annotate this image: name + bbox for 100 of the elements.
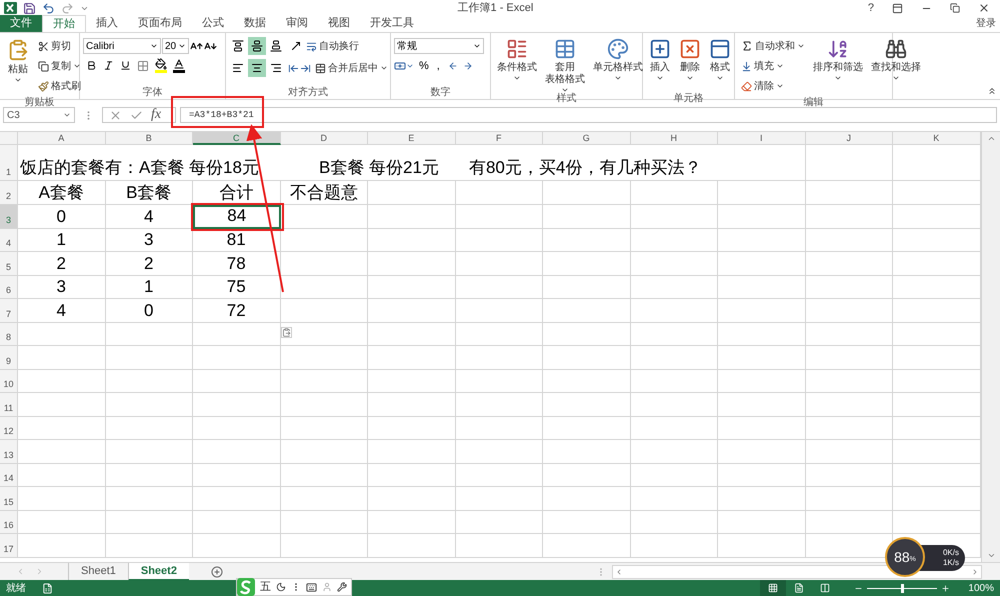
normal-view-button[interactable] [760, 580, 786, 596]
table-cell[interactable] [893, 370, 980, 393]
table-cell[interactable] [893, 181, 980, 205]
table-cell[interactable] [18, 440, 106, 464]
table-cell[interactable] [718, 534, 806, 558]
bold-button[interactable] [86, 60, 97, 71]
table-cell[interactable] [806, 393, 893, 416]
table-cell[interactable] [18, 510, 106, 534]
cut-button[interactable]: 剪切 [35, 36, 84, 56]
table-cell[interactable]: 84 [193, 205, 280, 228]
table-cell[interactable] [106, 510, 193, 534]
table-cell[interactable] [543, 464, 630, 487]
row-header[interactable]: 11 [0, 393, 18, 416]
table-cell[interactable] [543, 534, 630, 558]
redo-button[interactable] [61, 2, 74, 14]
row-header[interactable]: 3 [0, 205, 18, 228]
table-cell[interactable] [18, 534, 106, 558]
previous-sheet-button[interactable] [16, 567, 25, 576]
cancel-button[interactable] [109, 108, 122, 122]
table-cell[interactable] [893, 299, 980, 322]
table-cell[interactable]: 1 [106, 276, 193, 299]
table-cell[interactable] [806, 322, 893, 346]
collapse-ribbon-button[interactable] [987, 86, 997, 96]
table-cell[interactable] [106, 322, 193, 346]
table-cell[interactable] [806, 346, 893, 370]
align-center-button[interactable] [248, 59, 266, 77]
table-cell[interactable] [280, 440, 368, 464]
table-cell[interactable] [806, 440, 893, 464]
percent-button[interactable]: % [419, 58, 429, 74]
table-cell[interactable] [543, 510, 630, 534]
sign-in-link[interactable]: 登录 [972, 15, 1000, 32]
table-cell[interactable]: B套餐 [106, 181, 193, 205]
orientation-button[interactable] [290, 40, 302, 52]
table-cell[interactable] [893, 510, 980, 534]
help-button[interactable]: ? [862, 0, 880, 16]
table-cell[interactable] [893, 228, 980, 252]
table-cell[interactable] [106, 346, 193, 370]
table-cell[interactable] [543, 322, 630, 346]
table-cell[interactable] [106, 416, 193, 440]
column-header[interactable]: A [18, 132, 106, 145]
row-header[interactable]: 15 [0, 487, 18, 510]
table-cell[interactable] [193, 534, 280, 558]
table-cell[interactable] [368, 487, 456, 510]
table-cell[interactable] [630, 464, 718, 487]
middle-align-button[interactable] [248, 37, 266, 55]
clear-button[interactable]: 清除 [738, 76, 808, 96]
table-cell[interactable] [368, 252, 456, 276]
table-cell[interactable] [456, 510, 543, 534]
wrap-text-button[interactable]: 自动换行 [303, 36, 362, 56]
table-cell[interactable] [718, 252, 806, 276]
table-cell[interactable] [543, 181, 630, 205]
table-cell[interactable] [630, 346, 718, 370]
decrease-indent-button[interactable] [288, 62, 299, 74]
zoom-slider-thumb[interactable] [901, 584, 904, 592]
table-cell[interactable] [806, 299, 893, 322]
table-cell[interactable]: 2 [18, 252, 106, 276]
file-tab[interactable]: 文件 [0, 15, 42, 32]
find-select-button[interactable]: 查找和选择 [868, 36, 924, 92]
table-cell[interactable] [193, 464, 280, 487]
number-format-dropdown[interactable]: 常规 [394, 38, 484, 54]
table-cell[interactable] [893, 205, 980, 228]
merge-center-button[interactable]: 合并后居中 [312, 58, 391, 78]
table-cell[interactable] [106, 464, 193, 487]
table-cell[interactable] [456, 181, 543, 205]
table-cell[interactable] [280, 416, 368, 440]
table-cell[interactable] [806, 228, 893, 252]
font-size-dropdown[interactable]: 20 [162, 38, 189, 54]
table-cell[interactable] [630, 205, 718, 228]
table-cell[interactable] [106, 487, 193, 510]
row-header[interactable]: 13 [0, 440, 18, 464]
table-cell[interactable] [718, 510, 806, 534]
table-cell[interactable] [806, 510, 893, 534]
table-cell[interactable] [193, 487, 280, 510]
table-cell[interactable] [280, 228, 368, 252]
row-header[interactable]: 17 [0, 534, 18, 558]
table-cell[interactable] [280, 510, 368, 534]
table-cell[interactable]: 合计 [193, 181, 280, 205]
column-header[interactable]: H [630, 132, 718, 145]
table-cell[interactable] [368, 416, 456, 440]
table-cell[interactable] [456, 228, 543, 252]
font-name-dropdown[interactable]: Calibri [83, 38, 161, 54]
table-cell[interactable] [280, 487, 368, 510]
table-cell[interactable] [368, 276, 456, 299]
table-cell[interactable] [368, 181, 456, 205]
table-cell[interactable] [630, 181, 718, 205]
table-cell[interactable] [456, 370, 543, 393]
table-cell[interactable] [106, 370, 193, 393]
table-cell[interactable] [193, 416, 280, 440]
table-cell[interactable] [193, 393, 280, 416]
table-cell[interactable] [456, 322, 543, 346]
table-cell[interactable] [893, 464, 980, 487]
column-header[interactable]: F [456, 132, 543, 145]
table-cell[interactable] [806, 416, 893, 440]
row-header[interactable]: 12 [0, 416, 18, 440]
table-cell[interactable] [456, 205, 543, 228]
table-cell[interactable]: 1 [18, 228, 106, 252]
table-cell[interactable]: 78 [193, 252, 280, 276]
row-header[interactable]: 2 [0, 181, 18, 205]
table-cell[interactable] [193, 510, 280, 534]
table-cell[interactable] [543, 346, 630, 370]
